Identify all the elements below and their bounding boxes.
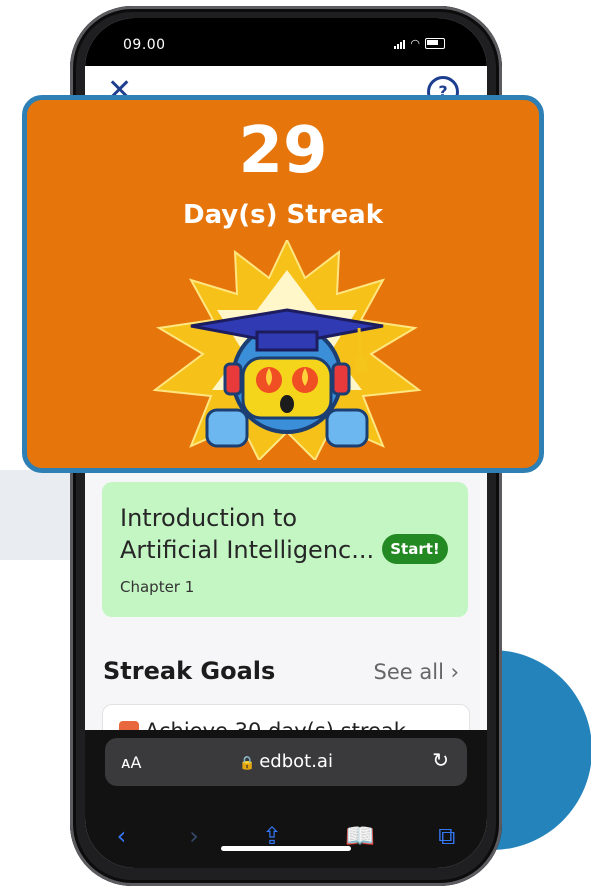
address-bar[interactable]: ᴀA 🔒 edbot.ai ↻ xyxy=(105,738,467,786)
course-title-line1: Introduction to xyxy=(120,504,298,532)
status-bar: 09.00 ◠ xyxy=(85,18,487,66)
lock-icon: 🔒 xyxy=(239,756,256,771)
text-size-button[interactable]: ᴀA xyxy=(121,753,141,772)
streak-goals-heading: Streak Goals xyxy=(103,657,276,685)
course-title: Introduction to Artificial Intelligenc..… xyxy=(120,502,380,566)
reload-icon[interactable]: ↻ xyxy=(432,748,449,772)
course-title-line2: Artificial Intelligenc... xyxy=(120,536,375,564)
chapter-label: Chapter 1 xyxy=(120,578,195,596)
tabs-icon[interactable]: ⧉ xyxy=(438,822,455,850)
course-card[interactable]: Introduction to Artificial Intelligenc..… xyxy=(102,482,468,617)
streak-card: 29 Day(s) Streak xyxy=(22,95,544,473)
signal-icon xyxy=(394,39,406,49)
status-icons: ◠ xyxy=(394,37,445,50)
url-text[interactable]: 🔒 edbot.ai xyxy=(239,751,333,772)
wifi-icon: ◠ xyxy=(410,37,420,50)
back-icon[interactable]: ‹ xyxy=(117,822,127,850)
home-indicator xyxy=(221,846,351,851)
streak-count: 29 xyxy=(238,114,328,188)
forward-icon[interactable]: › xyxy=(189,822,199,850)
see-all-link[interactable]: See all › xyxy=(374,660,459,684)
start-button[interactable]: Start! xyxy=(382,534,448,564)
url-label: edbot.ai xyxy=(259,751,333,772)
streak-label: Day(s) Streak xyxy=(182,200,383,230)
robot-mascot-icon xyxy=(152,240,422,460)
status-time: 09.00 xyxy=(123,37,166,53)
battery-icon xyxy=(425,38,445,49)
